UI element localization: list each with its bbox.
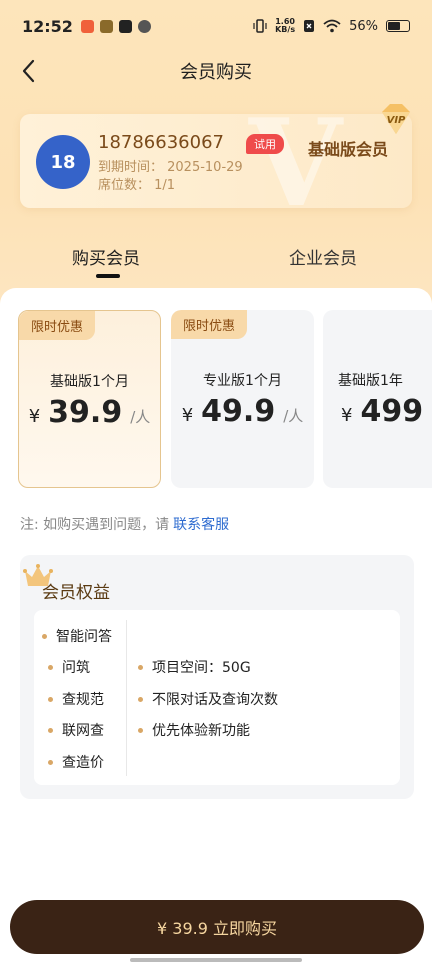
- tab-indicator: [96, 274, 120, 278]
- plan-card-pro-monthly[interactable]: 限时优惠 专业版1个月 ¥ 49.9 /人: [171, 310, 314, 488]
- benefit-label: 联网查: [62, 723, 104, 739]
- benefit-item: 智能问答: [42, 626, 112, 646]
- contact-support-link[interactable]: 联系客服: [173, 517, 229, 533]
- price-amount: 49.9: [201, 394, 276, 429]
- bullet-icon: [42, 633, 47, 639]
- benefit-item: 项目空间：50G: [138, 657, 251, 677]
- benefit-label: 查规范: [62, 692, 104, 708]
- benefit-item: 问筑: [48, 657, 90, 677]
- seat-count: 席位数： 1/1: [98, 178, 176, 193]
- page-title: 会员购买: [180, 62, 252, 83]
- wifi-icon: [323, 19, 341, 33]
- bullet-icon: [138, 664, 143, 670]
- battery-percent: 56%: [349, 18, 378, 34]
- vibrate-icon: [253, 19, 267, 33]
- benefit-label: 智能问答: [56, 629, 112, 645]
- trial-badge: 试用: [246, 134, 284, 154]
- plan-tag: 限时优惠: [19, 311, 96, 340]
- plan-card-basic-yearly[interactable]: 基础版1年 ¥ 499: [323, 310, 432, 488]
- back-arrow-icon[interactable]: [18, 58, 40, 84]
- benefit-item: 不限对话及查询次数: [138, 689, 278, 709]
- currency-symbol: ¥: [341, 405, 353, 426]
- member-phone: 18786636067: [98, 132, 224, 153]
- buy-now-button[interactable]: ¥ 39.9 立即购买: [10, 900, 424, 954]
- network-speed: 1.60 KB/s: [275, 18, 295, 34]
- note-text: 注: 如购买遇到问题，请: [20, 517, 170, 533]
- currency-symbol: ¥: [181, 405, 194, 426]
- currency-symbol: ¥: [28, 406, 41, 427]
- bullet-icon: [48, 696, 53, 702]
- bullet-icon: [138, 727, 143, 733]
- member-card: V 18 18786636067 试用 到期时间： 2025-10-29 席位数…: [20, 114, 412, 208]
- price-amount: 39.9: [48, 395, 123, 430]
- avatar: 18: [36, 135, 90, 189]
- vip-badge-text: VIP: [387, 115, 406, 126]
- link-icon: [137, 19, 151, 33]
- crown-notification-icon: [99, 19, 113, 33]
- price-unit: /人: [130, 408, 151, 426]
- status-bar: 12:52 1.60 KB/s 56%: [0, 0, 432, 52]
- tab-enterprise-membership[interactable]: 企业会员: [289, 244, 357, 269]
- benefit-item: 联网查: [48, 720, 104, 740]
- notification-icons: [80, 19, 151, 33]
- plan-name: 基础版1年: [338, 373, 403, 389]
- benefit-label: 优先体验新功能: [152, 723, 250, 739]
- plan-name: 专业版1个月: [203, 373, 282, 389]
- benefits-title: 会员权益: [42, 583, 110, 603]
- bullet-icon: [48, 727, 53, 733]
- plan-price: ¥ 499: [341, 394, 423, 429]
- benefit-item: 查造价: [48, 752, 104, 772]
- price-unit: /人: [283, 407, 304, 425]
- plan-name: 基础版1个月: [50, 374, 129, 390]
- plan-card-basic-monthly[interactable]: 限时优惠 基础版1个月 ¥ 39.9 /人: [18, 310, 161, 488]
- no-sim-icon: [304, 20, 315, 32]
- tab-buy-membership[interactable]: 购买会员: [72, 244, 140, 269]
- status-right: 1.60 KB/s 56%: [253, 18, 410, 34]
- network-speed-unit: KB/s: [275, 25, 296, 34]
- benefit-item: 优先体验新功能: [138, 720, 250, 740]
- bullet-icon: [48, 759, 53, 765]
- benefit-label: 查造价: [62, 755, 104, 771]
- battery-icon: [386, 20, 410, 32]
- vip-diamond-icon: VIP: [382, 104, 410, 134]
- card-watermark: V: [248, 114, 342, 208]
- expire-date: 到期时间： 2025-10-29: [98, 160, 243, 175]
- bullet-icon: [138, 696, 143, 702]
- app-notification-icon: [80, 19, 94, 33]
- nav-header: 会员购买: [0, 52, 432, 90]
- plan-tag: 限时优惠: [171, 310, 248, 339]
- price-amount: 499: [360, 394, 424, 429]
- benefit-label: 问筑: [62, 660, 90, 676]
- bullet-icon: [48, 664, 53, 670]
- benefit-item: 查规范: [48, 689, 104, 709]
- purchase-note: 注: 如购买遇到问题，请 联系客服: [20, 514, 229, 534]
- benefit-label: 不限对话及查询次数: [152, 692, 278, 708]
- home-indicator: [130, 958, 302, 962]
- status-time: 12:52: [22, 16, 73, 36]
- tiktok-icon: [118, 19, 132, 33]
- plan-list[interactable]: 限时优惠 基础版1个月 ¥ 39.9 /人 限时优惠 专业版1个月 ¥ 49.9…: [0, 310, 432, 490]
- plan-price: ¥ 49.9 /人: [171, 394, 314, 429]
- benefits-divider: [126, 620, 127, 776]
- plan-price: ¥ 39.9 /人: [19, 395, 160, 430]
- benefit-label: 项目空间：50G: [152, 660, 251, 676]
- tab-bar: 购买会员 企业会员: [0, 236, 432, 278]
